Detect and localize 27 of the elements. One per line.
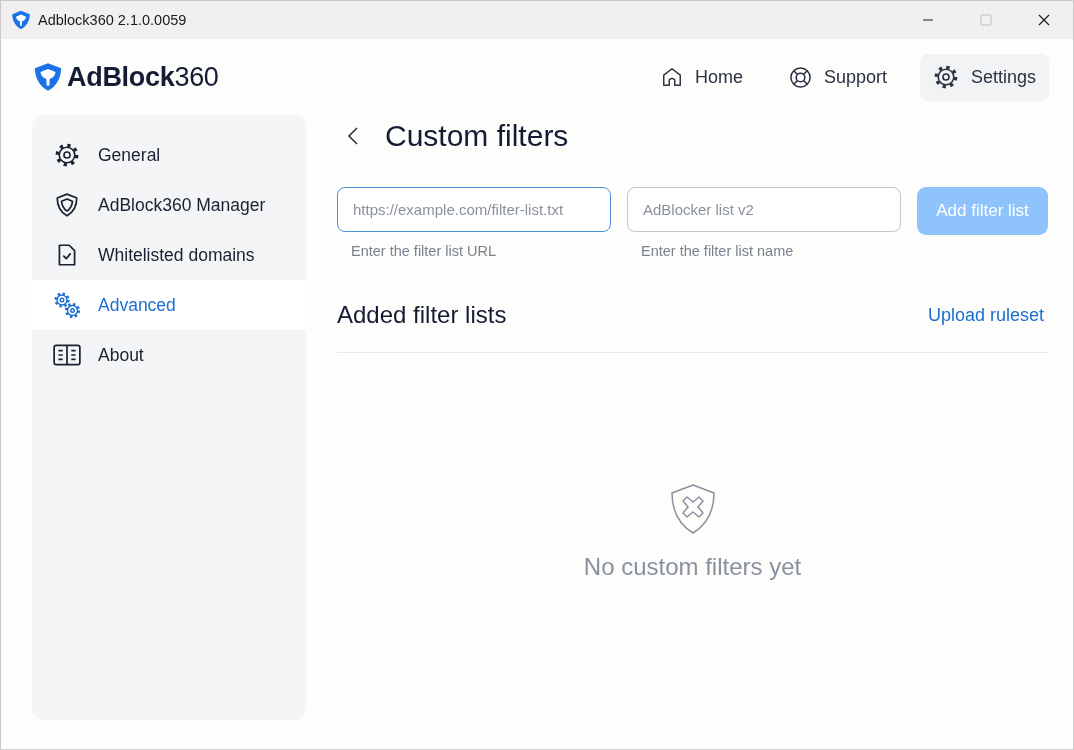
app-logo-text: AdBlock360 [67, 61, 219, 93]
page-title: Custom filters [385, 119, 569, 153]
gears-icon [52, 290, 82, 320]
empty-state-message: No custom filters yet [583, 553, 802, 581]
sidebar-item[interactable]: About [32, 330, 306, 380]
shield-cross-icon [669, 483, 716, 535]
close-icon[interactable] [1038, 14, 1050, 26]
upload-ruleset-link[interactable]: Upload ruleset [927, 304, 1044, 326]
name-field[interactable]: AdBlocker list v2 [627, 187, 901, 232]
home-icon [660, 66, 683, 88]
nav-tab[interactable]: Support [775, 53, 900, 101]
field-hint: Enter the filter list name [641, 243, 795, 259]
sidebar-item[interactable]: Whitelisted domains [32, 230, 306, 280]
logo-icon [33, 62, 63, 92]
section-title: Added filter lists [337, 301, 507, 329]
logo-icon [11, 10, 31, 30]
nav-tab[interactable]: Home [647, 53, 756, 101]
field-hint: Enter the filter list URL [351, 243, 498, 259]
book-icon [52, 342, 82, 368]
window-title: Adblock360 2.1.0.0059 [38, 12, 188, 28]
sidebar-item[interactable]: General [32, 130, 306, 180]
lifebuoy-icon [788, 65, 812, 89]
nav-tab[interactable]: Settings [919, 53, 1049, 101]
url-field[interactable]: https://example.com/filter-list.txt [337, 187, 611, 232]
gear-icon [932, 64, 959, 90]
sidebar-item[interactable]: AdBlock360 Manager [32, 180, 306, 230]
sidebar-item[interactable]: Advanced [32, 280, 306, 330]
